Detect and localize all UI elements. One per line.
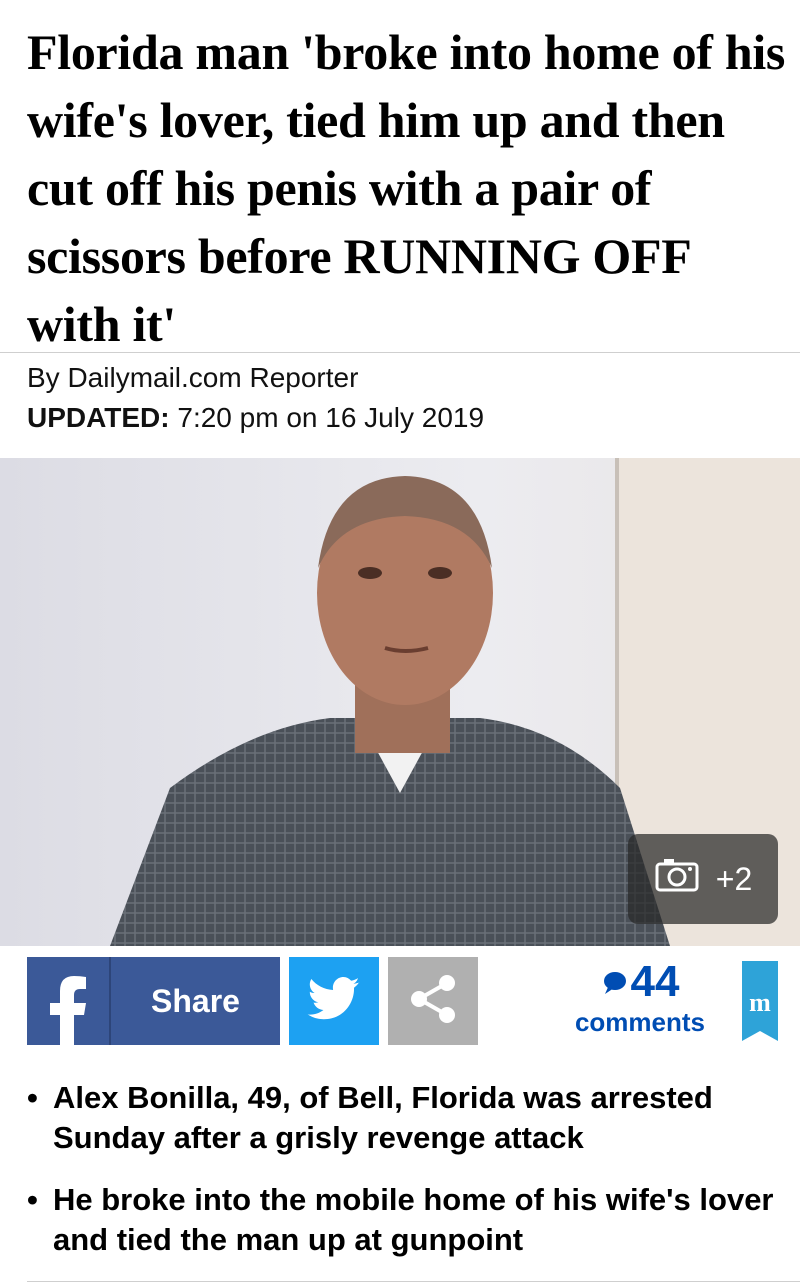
comments-count: 44 — [630, 957, 680, 1006]
twitter-icon — [307, 976, 361, 1026]
share-more-button[interactable] — [388, 957, 478, 1045]
byline[interactable]: By Dailymail.com Reporter — [27, 362, 358, 394]
article-summary-list: Alex Bonilla, 49, of Bell, Florida was a… — [27, 1078, 787, 1282]
dailymail-logo-icon[interactable]: m — [740, 957, 780, 1045]
speech-bubble-icon — [601, 955, 627, 1009]
updated-value: 7:20 pm on 16 July 2019 — [177, 402, 485, 433]
comments-label: comments — [574, 1007, 706, 1037]
summary-bullet: He broke into the mobile home of his wif… — [27, 1180, 787, 1260]
camera-icon — [654, 858, 700, 900]
comments-link[interactable]: 44 comments — [560, 955, 720, 1047]
share-icon — [405, 971, 461, 1032]
updated-label: UPDATED: — [27, 402, 170, 433]
photo-gallery-button[interactable]: +2 — [628, 834, 778, 924]
article-headline: Florida man 'broke into home of his wife… — [27, 24, 786, 352]
svg-text:m: m — [749, 988, 771, 1017]
divider — [27, 1281, 800, 1282]
facebook-share-label: Share — [151, 982, 240, 1019]
facebook-icon — [27, 957, 109, 1045]
gallery-count: +2 — [715, 860, 753, 897]
divider — [0, 352, 800, 353]
facebook-share-button[interactable]: Share — [27, 957, 280, 1045]
summary-bullet: Alex Bonilla, 49, of Bell, Florida was a… — [27, 1078, 787, 1158]
updated-timestamp: UPDATED: 7:20 pm on 16 July 2019 — [27, 402, 484, 434]
share-bar: Share 44 comments m — [0, 955, 800, 1047]
twitter-share-button[interactable] — [289, 957, 379, 1045]
